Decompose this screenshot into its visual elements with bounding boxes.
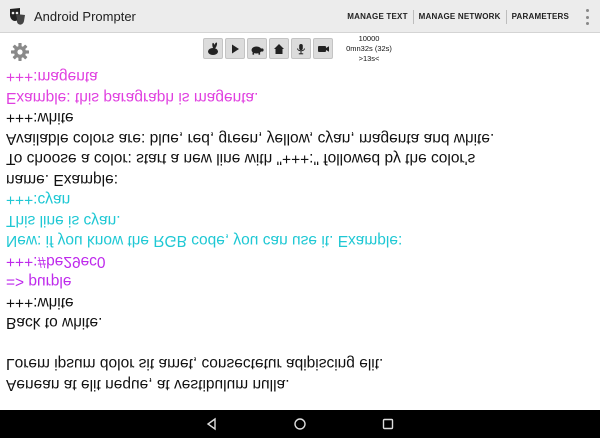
prompter-line: To choose a color: start a new line with…: [6, 150, 476, 168]
prompter-line: +++:#be29ec0: [6, 253, 106, 270]
prompter-line: Back to white.: [6, 314, 103, 332]
prompter-line: New: if you know the RGB code, you can u…: [6, 232, 403, 250]
time-marker: >13s<: [358, 54, 380, 63]
prompter-line: +++:cyan: [6, 191, 71, 209]
recents-icon[interactable]: [380, 416, 396, 432]
prompter-line: => purple: [6, 273, 72, 291]
prompter-line: +++:magenta: [6, 68, 98, 86]
elapsed-time: 0mn32s (32s): [346, 44, 392, 53]
back-icon[interactable]: [204, 416, 220, 432]
word-count: 10000: [358, 34, 380, 43]
theater-mask-icon: [6, 5, 28, 27]
more-vert-icon[interactable]: [583, 9, 591, 25]
prompter-lines: Aenean at elit neque, at vestibulum null…: [6, 66, 596, 394]
prompter-line: This line is cyan.: [6, 212, 121, 229]
manage-text-button[interactable]: MANAGE TEXT: [342, 0, 412, 33]
play-icon[interactable]: [225, 38, 245, 59]
rabbit-icon[interactable]: [203, 38, 223, 59]
prompter-line: +++:white: [6, 109, 74, 127]
microphone-icon[interactable]: [291, 38, 311, 59]
playback-toolbar: [203, 38, 333, 59]
prompter-line: [6, 333, 596, 354]
prompter-line: Lorem ipsum dolor sit amet, consectetur …: [6, 355, 384, 373]
turtle-icon[interactable]: [247, 38, 267, 59]
home-icon[interactable]: [292, 416, 308, 432]
gear-icon[interactable]: [10, 42, 30, 62]
parameters-button[interactable]: PARAMETERS: [507, 0, 574, 33]
home-icon[interactable]: [269, 38, 289, 59]
prompter-line: +++:white: [6, 294, 74, 311]
app-window: Android Prompter MANAGE TEXT MANAGE NETW…: [0, 0, 600, 438]
prompter-line: Example: this paragraph is magenta.: [6, 89, 259, 106]
prompter-line: Aenean at elit neque, at vestibulum null…: [6, 376, 290, 393]
camera-icon[interactable]: [313, 38, 333, 59]
prompter-line: name. Example:: [6, 171, 118, 188]
app-bar: Android Prompter MANAGE TEXT MANAGE NETW…: [0, 0, 600, 33]
prompter-line: Available colors are: blue, red, green, …: [6, 130, 495, 147]
action-menu: MANAGE TEXT MANAGE NETWORK PARAMETERS: [342, 0, 574, 33]
stats-readout: 10000 0mn32s (32s) >13s<: [343, 34, 395, 64]
app-title: Android Prompter: [34, 8, 136, 24]
manage-network-button[interactable]: MANAGE NETWORK: [414, 0, 506, 33]
prompter-text-area[interactable]: Aenean at elit neque, at vestibulum null…: [0, 66, 600, 410]
system-nav-bar: [0, 410, 600, 438]
